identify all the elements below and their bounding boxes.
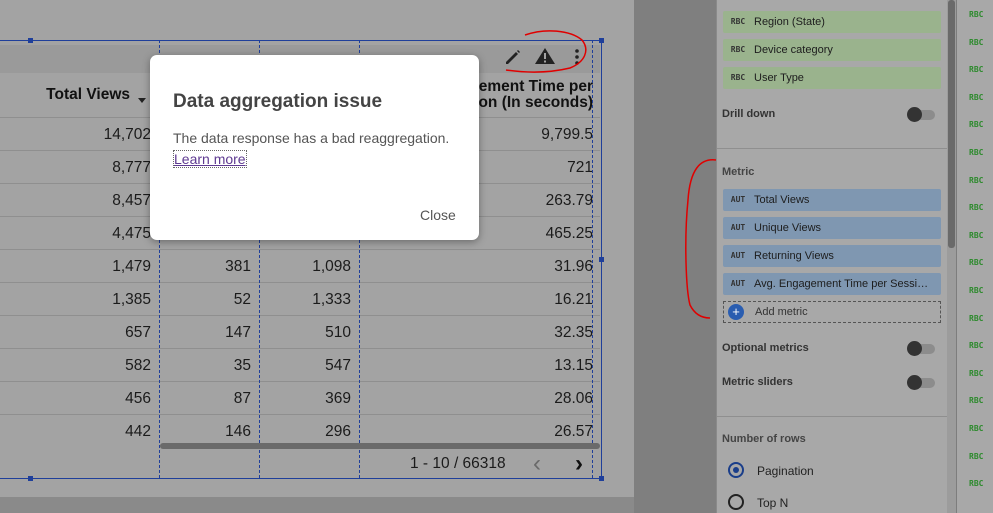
metric-section-label: Metric (722, 166, 755, 178)
divider (717, 416, 949, 417)
field-type-tag[interactable]: RBC (969, 176, 983, 185)
field-type-tag[interactable]: RBC (969, 231, 983, 240)
field-type-tag[interactable]: RBC (969, 258, 983, 267)
properties-panel: RBC Region (State) RBC Device category RBC Us… (716, 0, 949, 513)
field-type-tag[interactable]: RBC (969, 369, 983, 378)
field-type-tag[interactable]: RBC (969, 424, 983, 433)
add-metric-button[interactable]: + Add metric (723, 301, 941, 323)
field-type-tag[interactable]: RBC (969, 65, 983, 74)
panel-scrollbar-thumb[interactable] (948, 0, 955, 248)
metric-label: Unique Views (754, 222, 822, 234)
dimension-chip[interactable]: RBC Device category (723, 39, 941, 61)
field-type-tag[interactable]: RBC (969, 286, 983, 295)
divider (717, 148, 949, 149)
top-n-label: Top N (757, 496, 789, 510)
close-button[interactable]: Close (420, 207, 456, 223)
add-circle-icon: + (728, 304, 744, 320)
field-type-tag[interactable]: RBC (969, 10, 983, 19)
metric-chip[interactable]: AUT Returning Views (723, 245, 941, 267)
field-type-tag[interactable]: RBC (969, 203, 983, 212)
pagination-radio[interactable] (728, 462, 744, 478)
available-fields-strip: RBC RBC RBC RBC RBC RBC RBC RBC RBC RBC RBC RBC RBC R… (957, 0, 993, 513)
metric-chip[interactable]: AUT Unique Views (723, 217, 941, 239)
type-tag: AUT (730, 195, 746, 204)
type-tag: AUT (730, 223, 746, 232)
metric-sliders-label: Metric sliders (722, 376, 793, 388)
optional-metrics-label: Optional metrics (722, 342, 809, 354)
number-of-rows-label: Number of rows (722, 433, 806, 445)
drill-down-label: Drill down (722, 108, 776, 120)
optional-metrics-toggle[interactable] (907, 341, 935, 356)
dimension-label: Region (State) (754, 16, 825, 28)
drill-down-toggle[interactable] (907, 107, 935, 122)
type-tag: RBC (730, 73, 746, 82)
dimension-label: User Type (754, 72, 804, 84)
dialog-message: The data response has a bad reaggregatio… (173, 130, 450, 146)
field-type-tag[interactable]: RBC (969, 341, 983, 350)
field-type-tag[interactable]: RBC (969, 93, 983, 102)
field-type-tag[interactable]: RBC (969, 396, 983, 405)
type-tag: AUT (730, 251, 746, 260)
field-type-tag[interactable]: RBC (969, 452, 983, 461)
metric-label: Avg. Engagement Time per Session (In sec… (754, 278, 934, 290)
learn-more-link[interactable]: Learn more (173, 150, 247, 168)
field-type-tag[interactable]: RBC (969, 148, 983, 157)
metric-label: Returning Views (754, 250, 834, 262)
add-metric-label: Add metric (755, 306, 808, 318)
type-tag: RBC (730, 17, 746, 26)
dimension-label: Device category (754, 44, 833, 56)
metric-sliders-toggle[interactable] (907, 375, 935, 390)
dimension-chip[interactable]: RBC Region (State) (723, 11, 941, 33)
metric-chip[interactable]: AUT Total Views (723, 189, 941, 211)
pagination-label: Pagination (757, 464, 814, 478)
toggle-knob (907, 107, 922, 122)
toggle-knob (907, 375, 922, 390)
type-tag: AUT (730, 279, 746, 288)
metric-label: Total Views (754, 194, 810, 206)
field-type-tag[interactable]: RBC (969, 38, 983, 47)
type-tag: RBC (730, 45, 746, 54)
dimension-chip[interactable]: RBC User Type (723, 67, 941, 89)
field-type-tag[interactable]: RBC (969, 479, 983, 488)
data-aggregation-dialog: Data aggregation issue The data response… (150, 55, 479, 240)
toggle-knob (907, 341, 922, 356)
top-n-radio[interactable] (728, 494, 744, 510)
dialog-title: Data aggregation issue (173, 91, 383, 112)
field-type-tag[interactable]: RBC (969, 120, 983, 129)
metric-chip[interactable]: AUT Avg. Engagement Time per Session (In … (723, 273, 941, 295)
field-type-tag[interactable]: RBC (969, 314, 983, 323)
